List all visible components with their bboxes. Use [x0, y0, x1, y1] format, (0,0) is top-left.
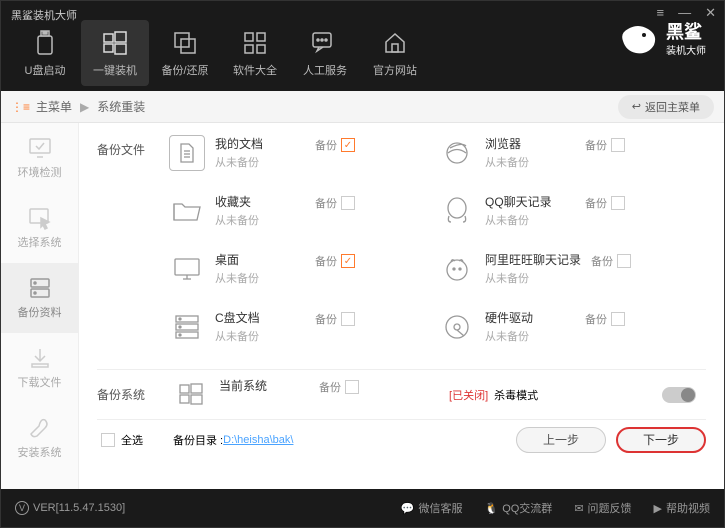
kill-label: 杀毒模式 [494, 387, 538, 403]
nav-usb[interactable]: U盘启动 [11, 20, 79, 86]
checkbox-cdisk[interactable] [341, 312, 355, 326]
footer-feedback[interactable]: ✉问题反馈 [574, 500, 631, 516]
version-icon: V [15, 501, 29, 515]
server-stack-icon [169, 309, 205, 345]
harddisk-icon [439, 309, 475, 345]
kill-toggle[interactable] [662, 387, 696, 403]
back-arrow-icon: ↩ [632, 100, 641, 113]
document-icon [169, 135, 205, 171]
footer-wechat[interactable]: 💬微信客服 [401, 500, 463, 516]
close-icon[interactable]: ✕ [705, 5, 716, 21]
side-env[interactable]: 环境检测 [1, 123, 78, 193]
version-text: VER[11.5.47.1530] [33, 502, 125, 514]
selectall-label: 全选 [121, 432, 143, 448]
windows-small-icon [173, 377, 209, 413]
grid-icon [240, 28, 270, 58]
list-icon: ⋮≡ [11, 100, 30, 114]
cursor-icon [27, 206, 53, 230]
wangwang-icon [439, 251, 475, 287]
item-cdisk: C盘文档 [215, 309, 305, 326]
logo: 黑鲨装机大师 [618, 21, 706, 59]
checkbox-cursys[interactable] [345, 380, 359, 394]
folder-icon [169, 193, 205, 229]
monitor-icon [169, 251, 205, 287]
checkbox-desktop[interactable]: ✓ [341, 254, 355, 268]
qq-icon [439, 193, 475, 229]
wrench-icon [27, 416, 53, 440]
nav-service[interactable]: 人工服务 [291, 20, 359, 86]
help-icon: ▶ [654, 502, 662, 515]
crumb-sep: ▶ [80, 100, 89, 114]
side-select[interactable]: 选择系统 [1, 193, 78, 263]
server-icon [27, 276, 53, 300]
kill-status: [已关闭] [449, 387, 488, 403]
nav-software[interactable]: 软件大全 [221, 20, 289, 86]
ie-icon [439, 135, 475, 171]
checkbox-ww[interactable] [617, 254, 631, 268]
section-files-label: 备份文件 [97, 141, 145, 158]
chat-icon [310, 28, 340, 58]
usb-icon [30, 28, 60, 58]
checkbox-selectall[interactable] [101, 433, 115, 447]
menu-icon[interactable]: ≡ [657, 5, 665, 21]
checkbox-browser[interactable] [611, 138, 625, 152]
minimize-icon[interactable]: — [678, 5, 691, 21]
section-system-label: 备份系统 [97, 386, 145, 403]
footer-help[interactable]: ▶帮助视频 [654, 500, 710, 516]
checkbox-fav[interactable] [341, 196, 355, 210]
item-hw: 硬件驱动 [485, 309, 575, 326]
checkbox-hw[interactable] [611, 312, 625, 326]
window-title: 黑鲨装机大师 [11, 7, 77, 23]
side-data[interactable]: 备份资料 [1, 263, 78, 333]
qq-small-icon: 🐧 [484, 502, 498, 515]
crumb-main[interactable]: 主菜单 [36, 98, 72, 115]
item-ww: 阿里旺旺聊天记录 [485, 251, 581, 268]
dir-label: 备份目录 : [173, 432, 223, 448]
item-qq: QQ聊天记录 [485, 193, 575, 210]
home-icon [380, 28, 410, 58]
side-download[interactable]: 下载文件 [1, 333, 78, 403]
dir-path[interactable]: D:\heisha\bak\ [223, 434, 293, 446]
footer-qq[interactable]: 🐧QQ交流群 [484, 500, 552, 516]
wechat-icon: 💬 [401, 502, 415, 515]
crumb-sub: 系统重装 [97, 98, 145, 115]
item-browser: 浏览器 [485, 135, 575, 152]
nav-onekey[interactable]: 一键装机 [81, 20, 149, 86]
shark-icon [618, 21, 660, 59]
checkbox-qq[interactable] [611, 196, 625, 210]
item-cursys: 当前系统 [219, 377, 309, 394]
side-install[interactable]: 安装系统 [1, 403, 78, 473]
checkbox-docs[interactable]: ✓ [341, 138, 355, 152]
nav-website[interactable]: 官方网站 [361, 20, 429, 86]
prev-button[interactable]: 上一步 [516, 427, 606, 453]
nav-backup[interactable]: 备份/还原 [151, 20, 219, 86]
item-docs: 我的文档 [215, 135, 305, 152]
back-button[interactable]: ↩返回主菜单 [618, 95, 714, 119]
item-desktop: 桌面 [215, 251, 305, 268]
windows-icon [100, 28, 130, 58]
monitor-check-icon [27, 136, 53, 160]
feedback-icon: ✉ [574, 502, 583, 515]
next-button[interactable]: 下一步 [616, 427, 706, 453]
download-icon [27, 346, 53, 370]
item-fav: 收藏夹 [215, 193, 305, 210]
copy-icon [170, 28, 200, 58]
